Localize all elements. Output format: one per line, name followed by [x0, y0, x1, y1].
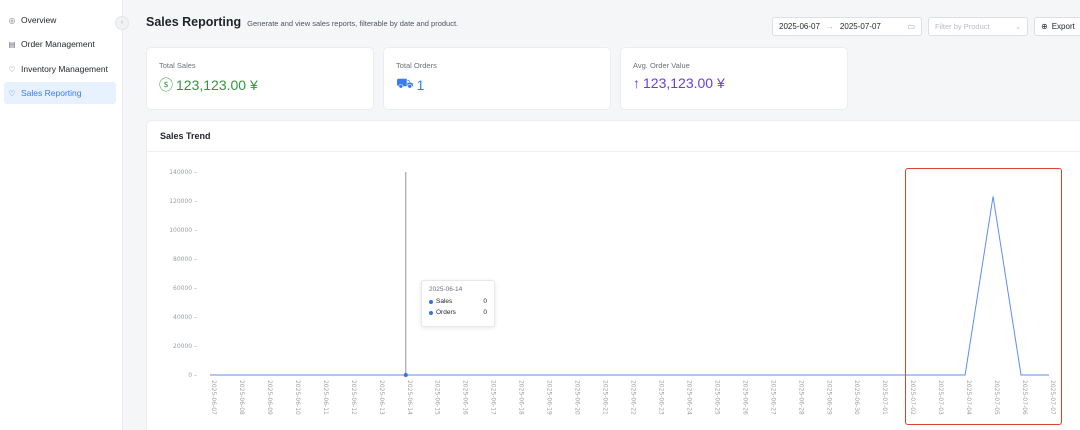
- x-tick-label: 2025-06-21: [602, 380, 609, 415]
- x-tick-label: 2025-06-20: [574, 380, 581, 415]
- x-tick-label: 2025-06-27: [769, 380, 776, 415]
- legend-dot: [429, 310, 433, 315]
- x-tick-label: 2025-06-11: [322, 380, 329, 415]
- y-tick-label: 60000 –: [173, 285, 197, 292]
- x-tick-label: 2025-06-08: [238, 380, 245, 415]
- x-tick-label: 2025-07-01: [881, 380, 888, 415]
- x-tick-label: 2025-06-19: [546, 380, 553, 415]
- x-tick-label: 2025-06-24: [685, 380, 692, 415]
- series-line-sales: [210, 196, 1049, 376]
- x-tick-label: 2025-07-04: [965, 380, 972, 415]
- x-tick-label: 2025-06-23: [657, 380, 664, 415]
- y-tick-label: 20000 –: [173, 343, 197, 350]
- x-tick-label: 2025-06-07: [210, 380, 217, 415]
- x-tick-label: 2025-06-09: [266, 380, 273, 415]
- x-tick-label: 2025-06-18: [518, 380, 525, 415]
- tooltip-label: Orders: [436, 309, 456, 316]
- x-tick-label: 2025-06-16: [462, 380, 469, 415]
- x-tick-label: 2025-06-28: [797, 380, 804, 415]
- tooltip-label: Sales: [436, 298, 453, 305]
- y-tick-label: 40000 –: [173, 314, 197, 321]
- tooltip-value: 0: [483, 309, 487, 316]
- x-tick-label: 2025-06-29: [825, 380, 832, 415]
- x-tick-label: 2025-06-30: [853, 380, 860, 415]
- data-point: [403, 373, 408, 377]
- x-tick-label: 2025-07-06: [1021, 380, 1028, 415]
- x-tick-label: 2025-06-14: [406, 380, 413, 415]
- x-tick-label: 2025-07-07: [1049, 380, 1056, 415]
- x-tick-label: 2025-06-25: [713, 380, 720, 415]
- tooltip-row-orders: Orders 0: [429, 307, 487, 318]
- x-tick-label: 2025-06-22: [630, 380, 637, 415]
- sales-trend-chart[interactable]: 0 – 20000 – 40000 – 60000 – 80000 – 100000 – 1…: [0, 0, 1080, 430]
- tooltip-value: 0: [483, 298, 487, 305]
- y-tick-label: 140000 –: [169, 169, 197, 176]
- x-tick-label: 2025-06-13: [378, 380, 385, 415]
- tooltip-row-sales: Sales 0: [429, 296, 487, 307]
- x-tick-label: 2025-06-26: [741, 380, 748, 415]
- x-tick-label: 2025-06-10: [294, 380, 301, 415]
- y-tick-label: 80000 –: [173, 256, 197, 263]
- x-tick-label: 2025-06-12: [350, 380, 357, 415]
- legend-dot: [429, 299, 433, 304]
- x-tick-label: 2025-07-02: [909, 380, 916, 415]
- x-tick-label: 2025-06-15: [434, 380, 441, 415]
- y-tick-label: 100000 –: [169, 227, 197, 234]
- x-tick-label: 2025-07-03: [937, 380, 944, 415]
- x-tick-label: 2025-07-05: [993, 380, 1000, 415]
- y-tick-label: 120000 –: [169, 198, 197, 205]
- tooltip-date: 2025-06-14: [429, 286, 463, 293]
- x-tick-label: 2025-06-17: [490, 380, 497, 415]
- y-tick-label: 0 –: [188, 372, 197, 379]
- chart-tooltip: 2025-06-14 Sales 0 Orders 0: [421, 280, 495, 327]
